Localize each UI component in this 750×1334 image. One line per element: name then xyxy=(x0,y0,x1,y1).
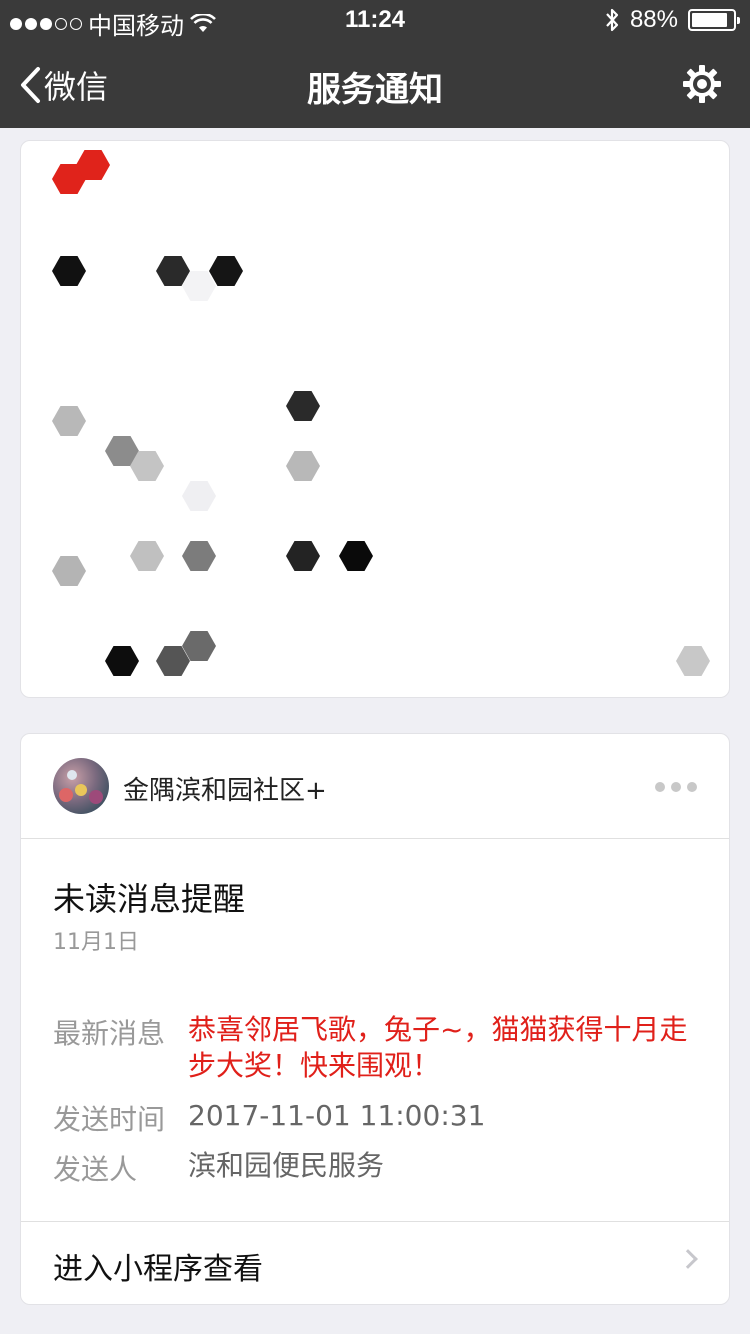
navigation-bar: 微信 服务通知 xyxy=(0,40,750,128)
mosaic-overlay xyxy=(52,150,710,676)
message-title: 未读消息提醒 xyxy=(53,880,246,918)
gear-icon[interactable] xyxy=(682,64,722,104)
card-header: 金隅滨和园社区+ xyxy=(21,734,729,839)
open-mini-program-row[interactable]: 进入小程序查看 xyxy=(21,1221,729,1304)
field-label-sender: 发送人 xyxy=(53,1153,138,1186)
account-name[interactable]: 金隅滨和园社区+ xyxy=(123,770,327,807)
page-title: 服务通知 xyxy=(307,70,443,110)
avatar[interactable] xyxy=(53,758,109,814)
chevron-right-icon xyxy=(678,1249,698,1269)
more-options-icon[interactable] xyxy=(655,782,697,792)
message-date: 11月1日 xyxy=(53,930,139,955)
bluetooth-icon xyxy=(606,8,619,32)
field-value-sender: 滨和园便民服务 xyxy=(188,1149,385,1182)
status-right: 88% xyxy=(604,6,740,34)
obscured-notification-card[interactable] xyxy=(20,140,730,698)
field-value-send-time: 2017-11-01 11:00:31 xyxy=(188,1099,486,1132)
field-label-send-time: 发送时间 xyxy=(53,1103,166,1136)
open-mini-program-label: 进入小程序查看 xyxy=(53,1252,263,1287)
battery-icon xyxy=(688,9,740,31)
field-label-latest-message: 最新消息 xyxy=(53,1017,166,1050)
field-value-latest-message: 恭喜邻居飞歌，兔子~，猫猫获得十月走步大奖！快来围观！ xyxy=(188,1013,688,1082)
battery-percent: 88% xyxy=(629,6,678,33)
service-notification-card: 金隅滨和园社区+ 未读消息提醒 11月1日 最新消息 恭喜邻居飞歌，兔子~，猫猫… xyxy=(20,733,730,1305)
status-bar: 中国移动 11:24 88% xyxy=(0,0,750,40)
